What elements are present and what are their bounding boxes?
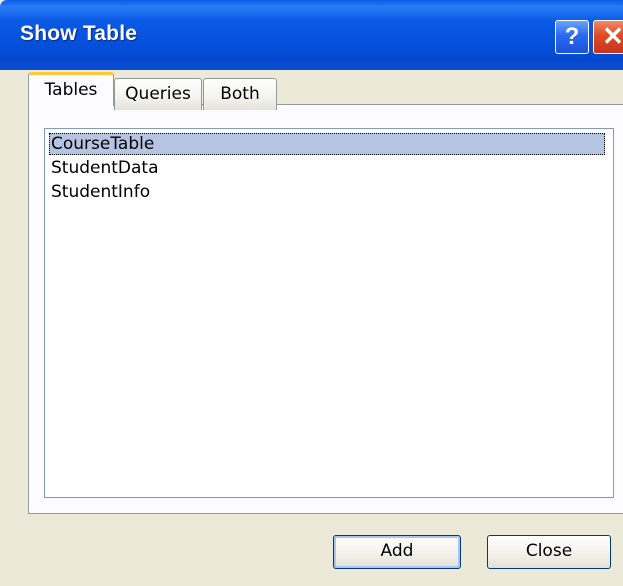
add-button[interactable]: Add: [333, 535, 461, 569]
dialog-title: Show Table: [20, 22, 138, 45]
table-listbox[interactable]: CourseTable StudentData StudentInfo: [44, 128, 614, 498]
title-close-button[interactable]: ✕: [593, 20, 623, 54]
help-button[interactable]: ?: [555, 20, 589, 54]
list-item-student-data[interactable]: StudentData: [49, 157, 605, 179]
title-bar[interactable]: Show Table ? ✕: [0, 0, 623, 70]
tab-tables[interactable]: Tables: [28, 72, 114, 106]
close-button[interactable]: Close: [487, 535, 611, 569]
question-mark-icon: ?: [564, 23, 580, 50]
tab-queries[interactable]: Queries: [114, 78, 202, 110]
list-item-course-table[interactable]: CourseTable: [49, 133, 605, 155]
list-item-student-info[interactable]: StudentInfo: [49, 181, 605, 203]
close-icon: ✕: [602, 21, 623, 51]
tab-both[interactable]: Both: [203, 78, 277, 110]
show-table-dialog: Show Table ? ✕ Tables Queries Both Cours…: [0, 0, 623, 586]
